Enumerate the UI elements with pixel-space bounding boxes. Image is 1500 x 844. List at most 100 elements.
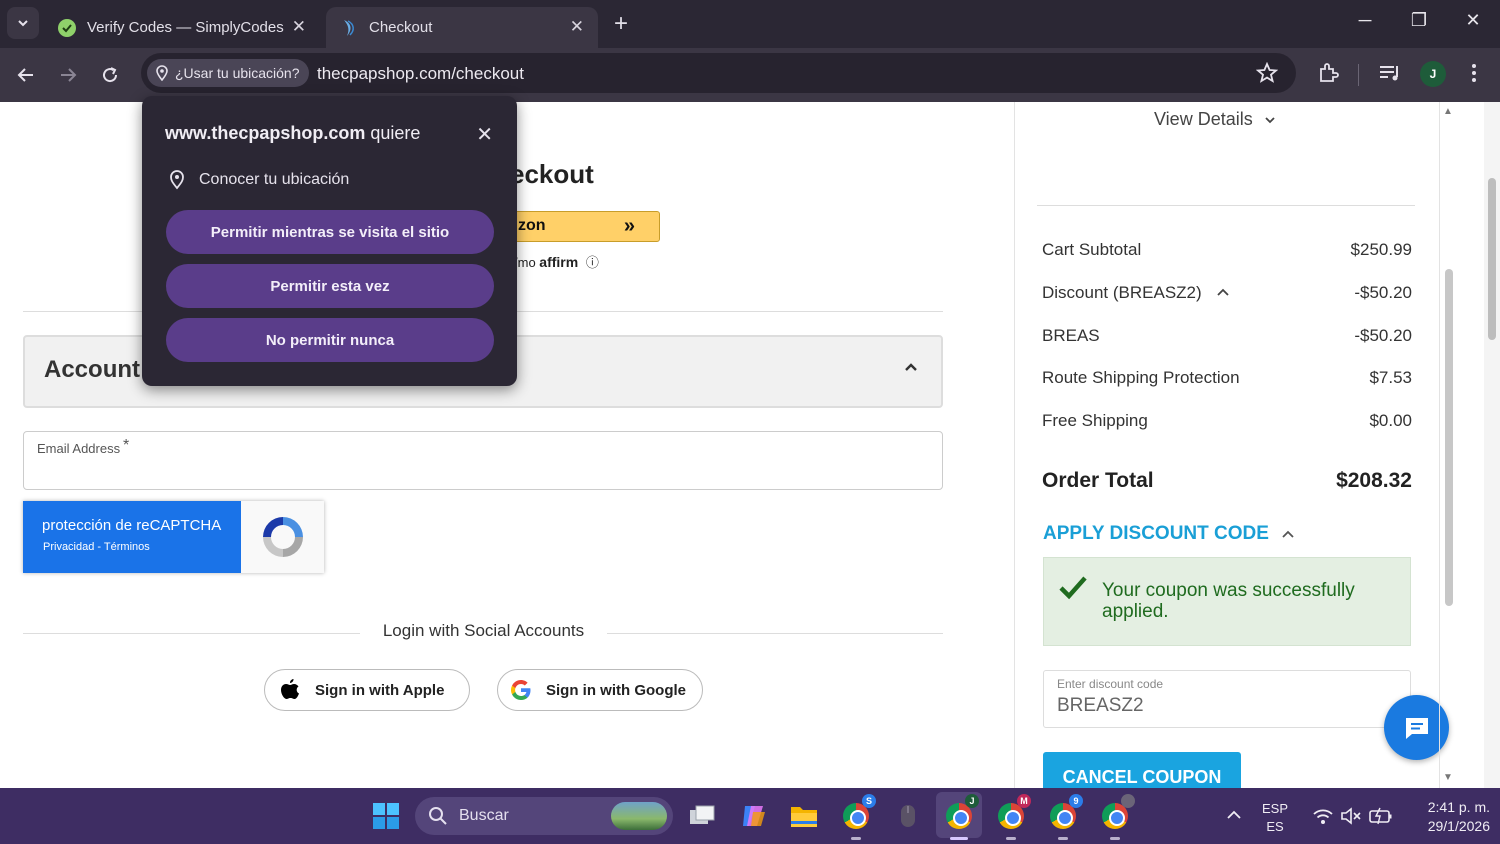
close-icon[interactable]: ✕ [476, 122, 493, 147]
file-explorer-icon[interactable] [788, 800, 820, 832]
battery-icon[interactable] [1368, 807, 1394, 825]
chevron-up-icon[interactable] [903, 359, 919, 375]
sign-in-apple-button[interactable]: Sign in with Apple [264, 669, 470, 711]
close-tab-icon[interactable]: ✕ [292, 17, 306, 37]
search-highlight-image [611, 802, 667, 830]
running-indicator [1110, 837, 1120, 840]
windows-taskbar: Buscar S J M 9 ESP ES 2:41 p. m. 29/1/20… [0, 788, 1500, 844]
permission-wants: quiere [370, 123, 421, 143]
chrome-profile-m-icon[interactable]: M [995, 794, 1031, 840]
social-login-title: Login with Social Accounts [382, 621, 585, 640]
url-text[interactable]: thecpapshop.com/checkout [317, 64, 524, 84]
sidebar-scroll-thumb[interactable] [1445, 269, 1453, 606]
forward-button[interactable] [54, 61, 82, 89]
sign-in-google-button[interactable]: Sign in with Google [497, 669, 703, 711]
profile-avatar[interactable]: J [1420, 61, 1446, 87]
summary-value: $7.53 [1369, 368, 1412, 387]
language-indicator[interactable]: ESP ES [1262, 800, 1288, 836]
arrow-right-icon [61, 68, 77, 82]
browser-toolbar: ¿Usar tu ubicación? thecpapshop.com/chec… [0, 48, 1500, 102]
wifi-icon[interactable] [1312, 807, 1334, 825]
chrome-profile-s-icon[interactable]: S [840, 794, 876, 840]
speaker-muted-icon[interactable] [1340, 807, 1362, 825]
bookmark-star-icon[interactable] [1256, 62, 1278, 84]
copilot-icon[interactable] [737, 800, 769, 832]
location-permission-chip[interactable]: ¿Usar tu ubicación? [147, 59, 309, 87]
clock-date: 29/1/2026 [1427, 818, 1490, 834]
email-label: Email Address [37, 441, 121, 456]
apple-icon [277, 677, 303, 703]
summary-row: Free Shipping $0.00 [1042, 411, 1412, 431]
allow-while-visiting-button[interactable]: Permitir mientras se visita el sitio [166, 210, 494, 254]
tab-title: Verify Codes — SimplyCodes [87, 19, 284, 36]
minimize-icon[interactable]: ─ [1350, 10, 1380, 31]
recaptcha-links[interactable]: Privacidad - Términos [43, 541, 150, 553]
restore-icon[interactable]: ❐ [1404, 10, 1434, 31]
email-field[interactable]: Email Address * [23, 431, 943, 490]
toolbar-divider [1358, 64, 1359, 86]
mouse-app-icon[interactable] [892, 800, 924, 832]
location-chip-label: ¿Usar tu ubicación? [175, 65, 300, 81]
chrome-profile-9-icon[interactable]: 9 [1047, 794, 1083, 840]
info-icon[interactable]: ⓘ [586, 255, 599, 270]
location-pin-icon [170, 170, 184, 190]
media-controls-icon[interactable] [1378, 62, 1402, 84]
back-button[interactable] [12, 61, 40, 89]
account-panel-title: Account I [44, 356, 154, 383]
tab-verify-codes[interactable]: Verify Codes — SimplyCodes ✕ [44, 7, 320, 48]
close-tab-icon[interactable]: ✕ [570, 17, 584, 37]
windows-start-icon[interactable] [372, 802, 400, 830]
discount-code-input[interactable]: Enter discount code BREASZ2 [1043, 670, 1411, 728]
reload-button[interactable] [96, 61, 124, 89]
checkout-title: eckout [510, 159, 594, 189]
chrome-profile-guest-icon[interactable] [1099, 794, 1135, 840]
summary-row-discount[interactable]: Discount (BREASZ2) -$50.20 [1042, 283, 1412, 303]
summary-value: -$50.20 [1354, 326, 1412, 345]
page-scroll-thumb[interactable] [1488, 178, 1496, 340]
scroll-up-arrow-icon[interactable]: ▲ [1443, 106, 1453, 117]
permission-request-text: Conocer tu ubicación [199, 171, 350, 188]
language-code: ESP [1262, 801, 1289, 816]
divider [607, 633, 943, 634]
new-tab-button[interactable]: + [608, 10, 634, 38]
permission-request: Conocer tu ubicación [169, 170, 349, 190]
menu-kebab-icon[interactable] [1466, 62, 1482, 84]
search-placeholder: Buscar [459, 807, 509, 824]
scroll-down-arrow-icon[interactable]: ▼ [1443, 772, 1453, 783]
summary-value: -$50.20 [1354, 283, 1412, 302]
running-indicator [1006, 837, 1016, 840]
sign-in-google-label: Sign in with Google [546, 681, 686, 699]
page-scrollbar[interactable] [1484, 102, 1500, 788]
amazon-pay-button[interactable]: zon » [505, 211, 660, 242]
profile-badge: M [1017, 794, 1031, 808]
view-details-label: View Details [1154, 109, 1253, 129]
address-bar[interactable]: ¿Usar tu ubicación? thecpapshop.com/chec… [141, 53, 1296, 93]
chrome-profile-j-icon[interactable]: J [936, 792, 982, 840]
cancel-coupon-button[interactable]: CANCEL COUPON [1043, 752, 1241, 788]
recaptcha-badge[interactable]: protección de reCAPTCHA Privacidad - Tér… [23, 501, 324, 573]
system-clock[interactable]: 2:41 p. m. 29/1/2026 [1404, 798, 1490, 836]
task-view-icon[interactable] [686, 800, 718, 832]
extensions-puzzle-icon[interactable] [1317, 62, 1339, 84]
taskbar-search-box[interactable]: Buscar [415, 797, 673, 835]
tab-title: Checkout [369, 19, 433, 36]
double-chevron-icon: » [623, 215, 635, 237]
window-close-icon[interactable]: ✕ [1458, 10, 1488, 31]
profile-badge: 9 [1069, 794, 1083, 808]
chevron-up-icon[interactable] [1216, 286, 1230, 298]
allow-this-time-button[interactable]: Permitir esta vez [166, 264, 494, 308]
sidebar-border [1014, 102, 1015, 788]
view-details-toggle[interactable]: View Details [1154, 109, 1277, 130]
tab-checkout[interactable]: Checkout ✕ [326, 7, 598, 48]
sidebar-border [1439, 102, 1440, 788]
summary-value: $0.00 [1369, 411, 1412, 430]
summary-row: Cart Subtotal $250.99 [1042, 240, 1412, 260]
google-g-icon [508, 677, 534, 703]
permission-heading: www.thecpapshop.com quiere [165, 123, 420, 144]
chevron-up-icon[interactable] [1226, 808, 1242, 822]
profile-badge: J [965, 794, 979, 808]
apply-discount-label: APPLY DISCOUNT CODE [1043, 523, 1269, 544]
apply-discount-toggle[interactable]: APPLY DISCOUNT CODE [1043, 523, 1295, 545]
tab-search-button[interactable] [7, 7, 39, 39]
never-allow-button[interactable]: No permitir nunca [166, 318, 494, 362]
